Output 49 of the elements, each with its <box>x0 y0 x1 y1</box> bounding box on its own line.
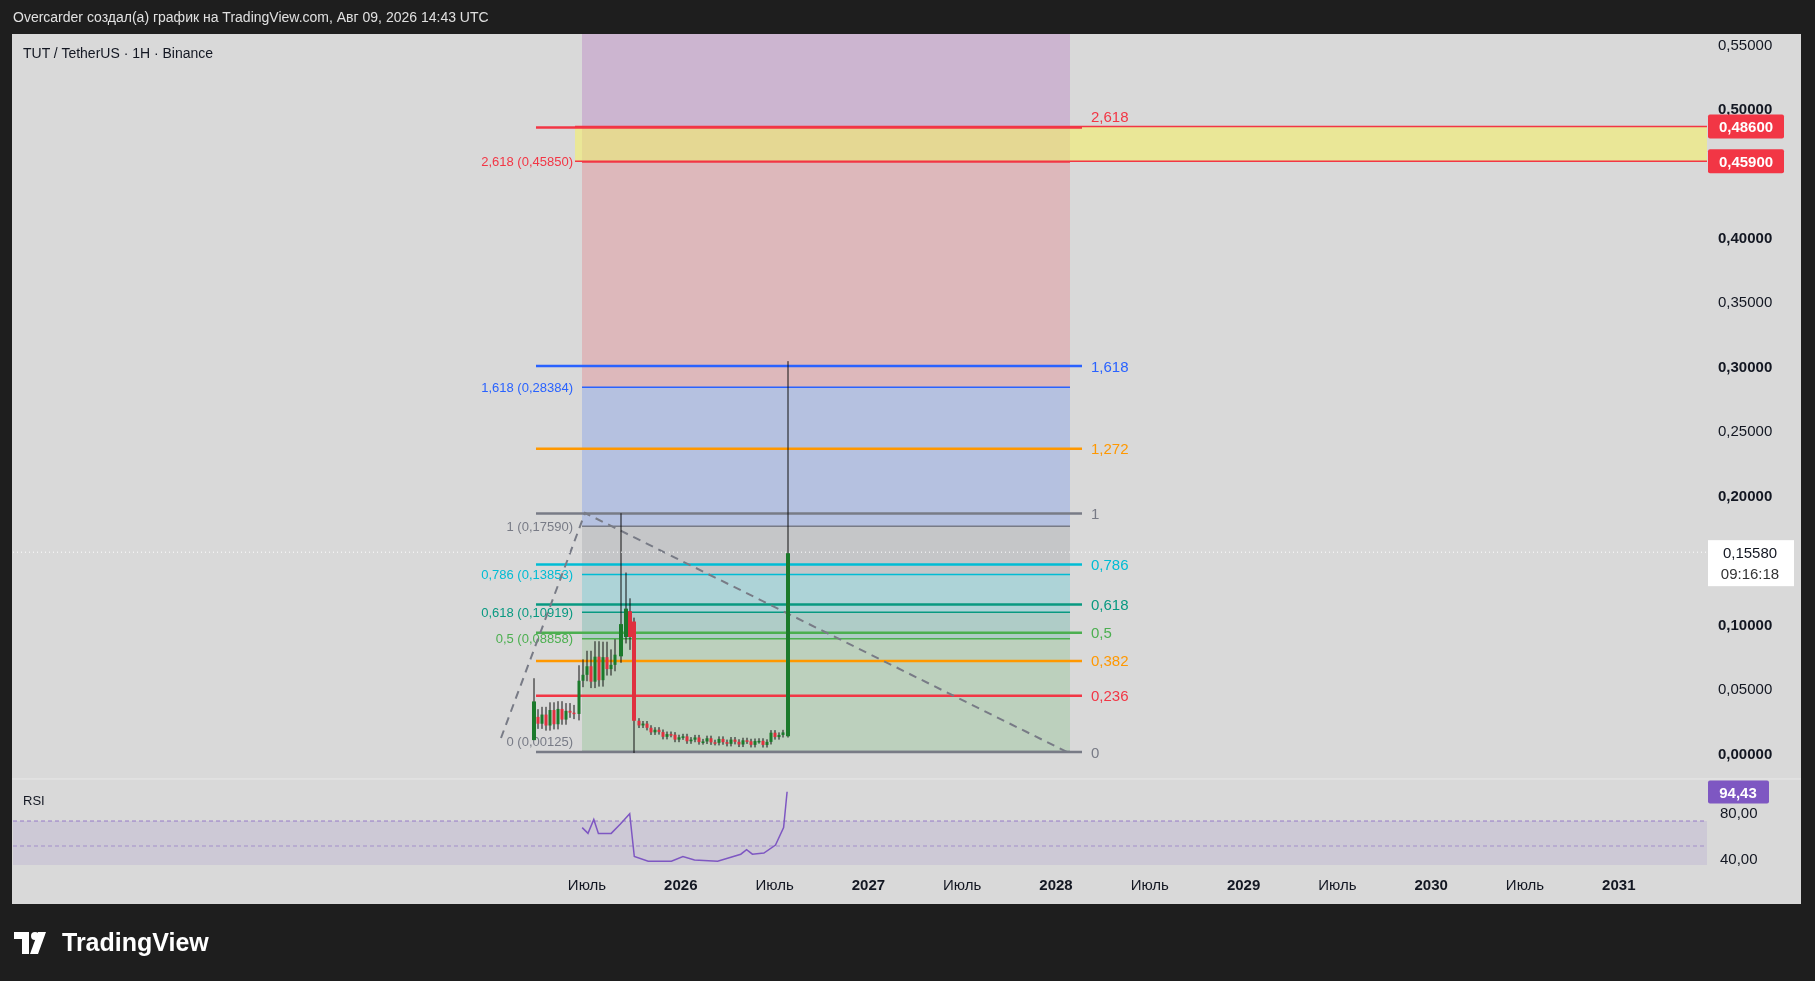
rsi-axis-label: 80,00 <box>1720 803 1758 821</box>
price-axis-label: 0,10000 <box>1718 615 1773 633</box>
time-axis-label: Июль <box>1318 875 1357 893</box>
brand-name[interactable]: TradingView <box>62 923 209 962</box>
time-axis-label: Июль <box>943 875 982 893</box>
time-axis-label: 2029 <box>1226 875 1261 893</box>
fib-level-label: 0 <box>1091 743 1100 761</box>
time-axis-label: Июль <box>755 875 794 893</box>
fib-level-label: 0,786 (0,13853) <box>481 566 573 582</box>
rsi-value-tag: 94,43 <box>1708 780 1769 804</box>
fib-level-label: 1,272 <box>1091 440 1129 458</box>
fib-level-label: 2,618 (0,45850) <box>481 154 573 170</box>
rsi-axis-label: 40,00 <box>1720 849 1758 867</box>
price-tag: 0,48600 <box>1708 114 1784 139</box>
time-axis-label: 2026 <box>664 875 698 893</box>
price-axis-label: 0,20000 <box>1718 486 1773 504</box>
fib-level-label: 0,5 <box>1091 624 1112 642</box>
fib-level-label: 0,618 <box>1091 596 1129 614</box>
fib-level-label: 0,786 <box>1091 556 1129 574</box>
fib-level-label: 1 (0,17590) <box>506 518 573 534</box>
price-axis-label: 0,25000 <box>1718 422 1773 440</box>
chart-caption: Overcarder создал(а) график на TradingView.com, Авг 09, 2026 14:43 UTC <box>13 7 489 27</box>
fib-level-label: 0,5 (0,08858) <box>495 631 573 647</box>
price-axis-label: 0,35000 <box>1718 293 1773 311</box>
fib-level-label: 1,618 (0,28384) <box>481 379 573 395</box>
last-price-tag: 0,15580 09:16:18 <box>1708 540 1794 587</box>
time-axis-label: Июль <box>1505 875 1545 893</box>
fib-level-label: 0,236 <box>1091 687 1129 705</box>
time-axis-label: 2028 <box>1039 875 1073 893</box>
fib-level-label: 1,618 <box>1091 357 1129 375</box>
price-axis-label: 0,30000 <box>1718 357 1773 375</box>
price-axis-label: 0,00000 <box>1718 744 1773 762</box>
price-tag: 0,45900 <box>1708 149 1784 174</box>
fib-level-label: 0,618 (0,10919) <box>481 604 573 620</box>
price-axis-label: 0,40000 <box>1718 228 1773 246</box>
fib-level-label: 2,618 <box>1091 108 1129 126</box>
price-axis-label: 0,50000 <box>1718 100 1773 117</box>
time-axis-label: 2030 <box>1414 875 1448 893</box>
price-axis-label: 0,55000 <box>1718 35 1773 53</box>
fib-level-label: 0 (0,00125) <box>506 733 573 749</box>
price-axis-label: 0,05000 <box>1718 680 1773 698</box>
fib-level-label: 1 <box>1091 505 1100 522</box>
fib-level-label: 0,382 <box>1091 652 1129 670</box>
symbol-title: TUT / TetherUS · 1H · Binance <box>23 45 214 61</box>
rsi-title: RSI <box>23 792 45 808</box>
time-axis-label: Июль <box>567 875 607 893</box>
time-axis-label: Июль <box>1130 875 1169 893</box>
time-axis-label: 2031 <box>1602 875 1636 893</box>
time-axis-label: 2027 <box>851 875 886 893</box>
